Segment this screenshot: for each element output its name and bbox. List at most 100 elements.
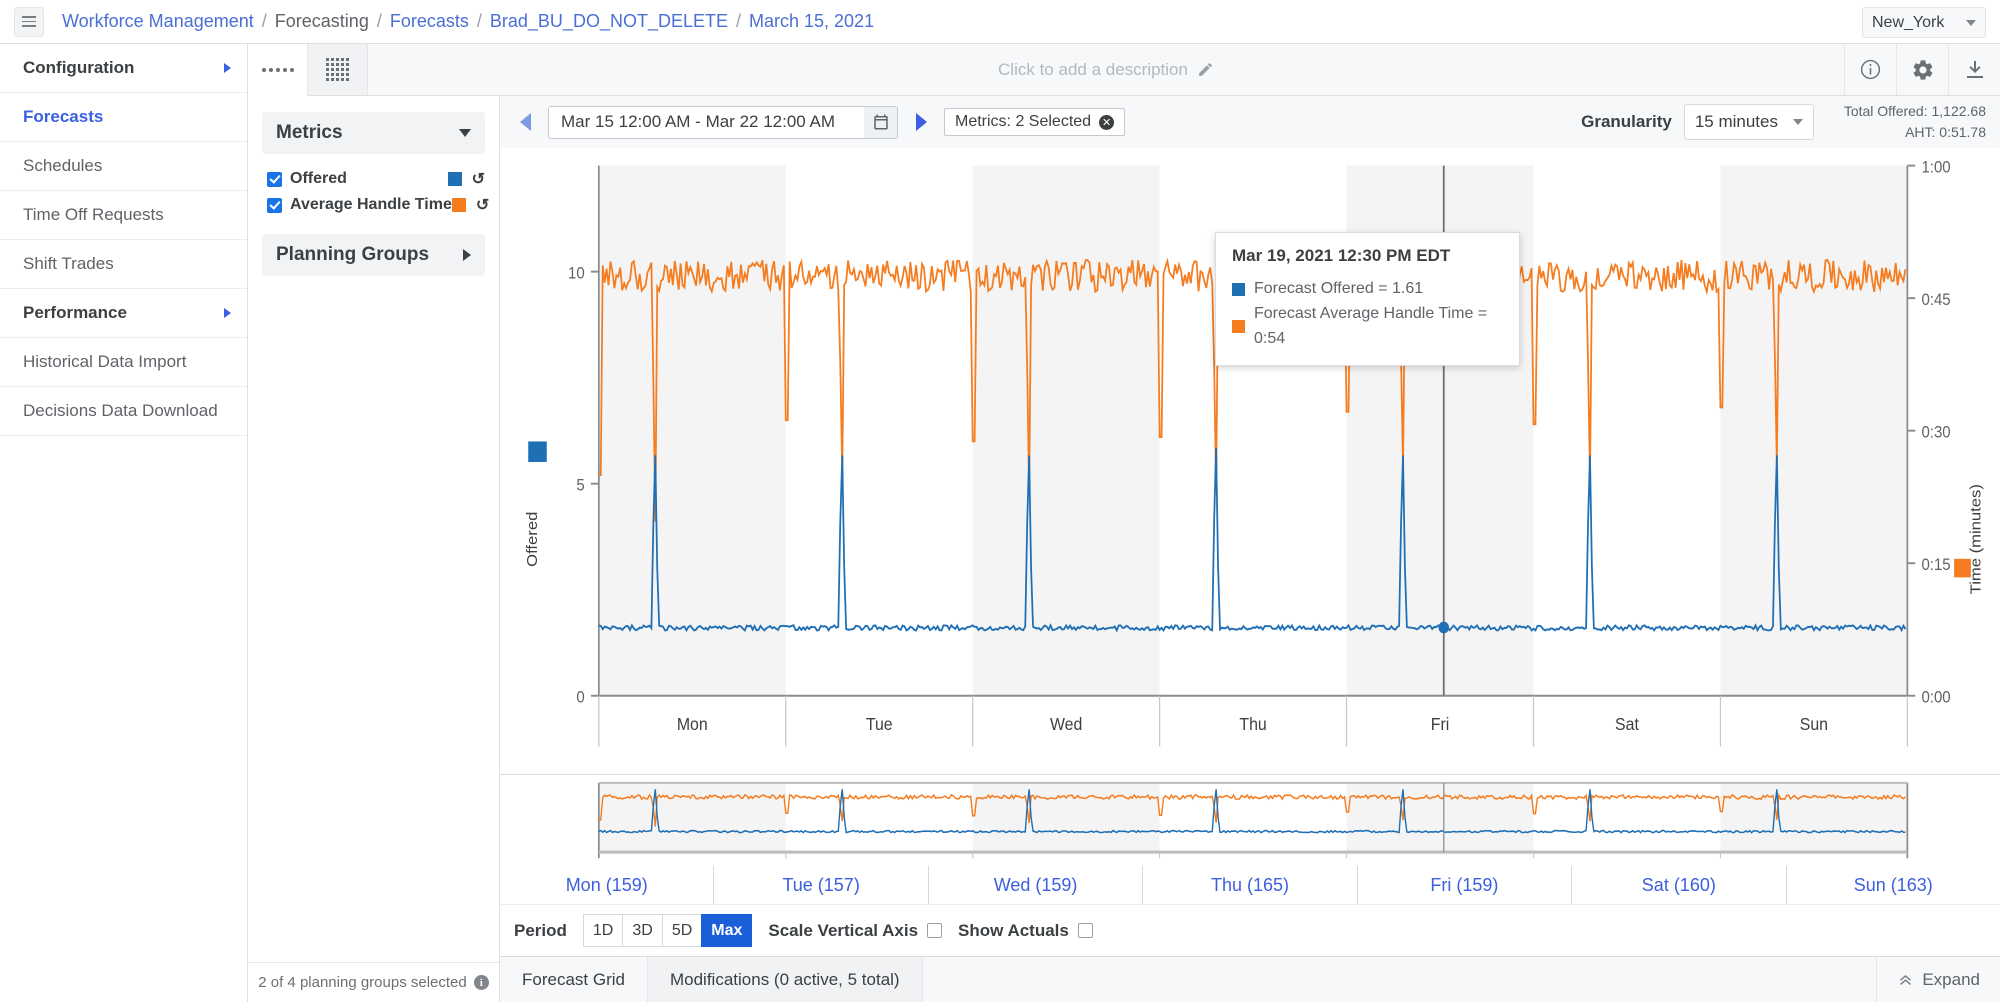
sidebar-item-decisions-data-download[interactable]: Decisions Data Download bbox=[0, 387, 247, 436]
breadcrumb-item-2[interactable]: Forecasts bbox=[390, 11, 469, 32]
breadcrumb-separator: / bbox=[377, 11, 382, 32]
metrics-panel-header[interactable]: Metrics bbox=[262, 112, 485, 154]
svg-text:0:15: 0:15 bbox=[1921, 556, 1950, 574]
sidebar-item-forecasts[interactable]: Forecasts bbox=[0, 93, 247, 142]
bottom-tab[interactable]: Modifications (0 active, 5 total) bbox=[648, 957, 923, 1002]
prev-period-button[interactable] bbox=[514, 111, 536, 133]
sidebar-item-performance[interactable]: Performance bbox=[0, 289, 247, 338]
expand-label: Expand bbox=[1922, 970, 1980, 990]
planning-groups-footer: 2 of 4 planning groups selected i bbox=[248, 962, 499, 1002]
metric-list: Offered↺ Average Handle Time ↺ bbox=[248, 166, 499, 218]
history-revert-icon[interactable]: ↺ bbox=[476, 195, 489, 215]
svg-text:Wed: Wed bbox=[1050, 714, 1082, 734]
chevron-left-icon bbox=[520, 113, 531, 131]
granularity-select[interactable]: 15 minutes bbox=[1684, 104, 1814, 140]
forecast-chart[interactable]: 0510Offered0:000:150:300:451:00Time (min… bbox=[500, 148, 2000, 774]
brush-day-label[interactable]: Mon (159) bbox=[500, 866, 714, 904]
tooltip-rows: Forecast Offered = 1.61Forecast Average … bbox=[1232, 277, 1503, 351]
bottom-tabs: Forecast GridModifications (0 active, 5 … bbox=[500, 957, 923, 1002]
chevron-right-icon bbox=[224, 308, 231, 318]
chart-brush[interactable] bbox=[500, 774, 2000, 866]
scale-vertical-axis-toggle[interactable]: Scale Vertical Axis bbox=[768, 921, 942, 941]
period-segmented-control: 1D3D5DMax bbox=[583, 914, 752, 947]
brush-day-label[interactable]: Wed (159) bbox=[929, 866, 1143, 904]
svg-text:5: 5 bbox=[576, 477, 585, 495]
info-icon[interactable]: i bbox=[474, 975, 489, 990]
sidebar-item-schedules[interactable]: Schedules bbox=[0, 142, 247, 191]
next-period-button[interactable] bbox=[910, 111, 932, 133]
show-actuals-checkbox[interactable] bbox=[1078, 923, 1093, 938]
totals-summary: Total Offered: 1,122.68 AHT: 0:51.78 bbox=[1844, 101, 1986, 143]
top-bar: Workforce Management/Forecasting/Forecas… bbox=[0, 0, 2000, 44]
breadcrumb-item-4[interactable]: March 15, 2021 bbox=[749, 11, 874, 32]
metric-color-swatch bbox=[452, 198, 466, 212]
brush-day-label[interactable]: Sat (160) bbox=[1572, 866, 1786, 904]
download-icon[interactable] bbox=[1948, 44, 2000, 95]
chevron-right-icon bbox=[224, 63, 231, 73]
brush-day-label[interactable]: Thu (165) bbox=[1143, 866, 1357, 904]
breadcrumb: Workforce Management/Forecasting/Forecas… bbox=[62, 11, 874, 32]
svg-text:0:45: 0:45 bbox=[1921, 291, 1950, 309]
period-option-3d[interactable]: 3D bbox=[622, 914, 661, 947]
content-tab-bar: Click to add a description bbox=[248, 44, 2000, 96]
period-option-5d[interactable]: 5D bbox=[662, 914, 701, 947]
info-icon[interactable] bbox=[1844, 44, 1896, 95]
calendar-icon[interactable] bbox=[864, 106, 898, 139]
metric-row: Average Handle Time ↺ bbox=[248, 192, 499, 218]
sidebar-item-time-off-requests[interactable]: Time Off Requests bbox=[0, 191, 247, 240]
breadcrumb-separator: / bbox=[477, 11, 482, 32]
sidebar-item-configuration[interactable]: Configuration bbox=[0, 44, 247, 93]
svg-text:Offered: Offered bbox=[525, 512, 541, 567]
breadcrumb-item-0[interactable]: Workforce Management bbox=[62, 11, 254, 32]
chevron-up-double-icon bbox=[1897, 971, 1914, 988]
bottom-tab-bar: Forecast GridModifications (0 active, 5 … bbox=[500, 956, 2000, 1002]
bottom-tab-filler bbox=[923, 957, 1878, 1002]
show-actuals-toggle[interactable]: Show Actuals bbox=[958, 921, 1093, 941]
timezone-select[interactable]: New_York bbox=[1862, 7, 1986, 38]
scale-vertical-axis-checkbox[interactable] bbox=[927, 923, 942, 938]
dots-chart-icon bbox=[262, 68, 294, 72]
tooltip-row-label: Forecast Offered = 1.61 bbox=[1254, 277, 1423, 302]
expand-button[interactable]: Expand bbox=[1877, 957, 2000, 1002]
chevron-right-icon bbox=[463, 249, 471, 261]
sidebar-item-label: Historical Data Import bbox=[23, 352, 186, 372]
description-placeholder: Click to add a description bbox=[998, 60, 1188, 80]
brush-day-label[interactable]: Fri (159) bbox=[1358, 866, 1572, 904]
bottom-tab[interactable]: Forecast Grid bbox=[500, 957, 648, 1002]
planning-groups-header[interactable]: Planning Groups bbox=[262, 234, 485, 276]
tooltip-row: Forecast Average Handle Time = 0:54 bbox=[1232, 302, 1503, 352]
description-field[interactable]: Click to add a description bbox=[368, 44, 1844, 95]
gear-icon[interactable] bbox=[1896, 44, 1948, 95]
period-option-max[interactable]: Max bbox=[701, 914, 752, 947]
period-option-1d[interactable]: 1D bbox=[583, 914, 622, 947]
metric-checkbox[interactable] bbox=[267, 198, 282, 213]
clear-circle-icon[interactable]: ✕ bbox=[1099, 115, 1114, 130]
date-range-input[interactable]: Mar 15 12:00 AM - Mar 22 12:00 AM bbox=[548, 106, 876, 139]
sidebar-item-label: Decisions Data Download bbox=[23, 401, 218, 421]
grid-icon bbox=[326, 58, 349, 81]
metrics-filter-chip[interactable]: Metrics: 2 Selected ✕ bbox=[944, 108, 1125, 136]
hamburger-icon[interactable] bbox=[14, 7, 44, 37]
tab-chart-view[interactable] bbox=[248, 44, 308, 96]
metric-row: Offered↺ bbox=[248, 166, 499, 192]
tooltip-row-label: Forecast Average Handle Time = 0:54 bbox=[1254, 302, 1503, 352]
planning-groups-title: Planning Groups bbox=[276, 244, 429, 266]
history-revert-icon[interactable]: ↺ bbox=[472, 169, 485, 189]
brush-svg bbox=[500, 775, 2000, 866]
svg-text:Thu: Thu bbox=[1239, 714, 1266, 734]
tab-grid-view[interactable] bbox=[308, 44, 368, 95]
chevron-right-icon bbox=[916, 113, 927, 131]
sidebar-item-shift-trades[interactable]: Shift Trades bbox=[0, 240, 247, 289]
metric-label: Average Handle Time bbox=[290, 196, 452, 214]
svg-text:0: 0 bbox=[576, 689, 585, 707]
sidebar-item-historical-data-import[interactable]: Historical Data Import bbox=[0, 338, 247, 387]
sidebar-item-label: Shift Trades bbox=[23, 254, 114, 274]
metric-checkbox[interactable] bbox=[267, 172, 282, 187]
brush-day-label[interactable]: Tue (157) bbox=[714, 866, 928, 904]
metrics-panel: Metrics Offered↺ Average Handle Time ↺ Pla… bbox=[248, 96, 500, 1002]
date-range-value: Mar 15 12:00 AM - Mar 22 12:00 AM bbox=[561, 112, 835, 132]
total-aht: AHT: 0:51.78 bbox=[1844, 122, 1986, 143]
breadcrumb-item-3[interactable]: Brad_BU_DO_NOT_DELETE bbox=[490, 11, 728, 32]
chevron-down-icon bbox=[1966, 20, 1976, 26]
brush-day-label[interactable]: Sun (163) bbox=[1787, 866, 2000, 904]
